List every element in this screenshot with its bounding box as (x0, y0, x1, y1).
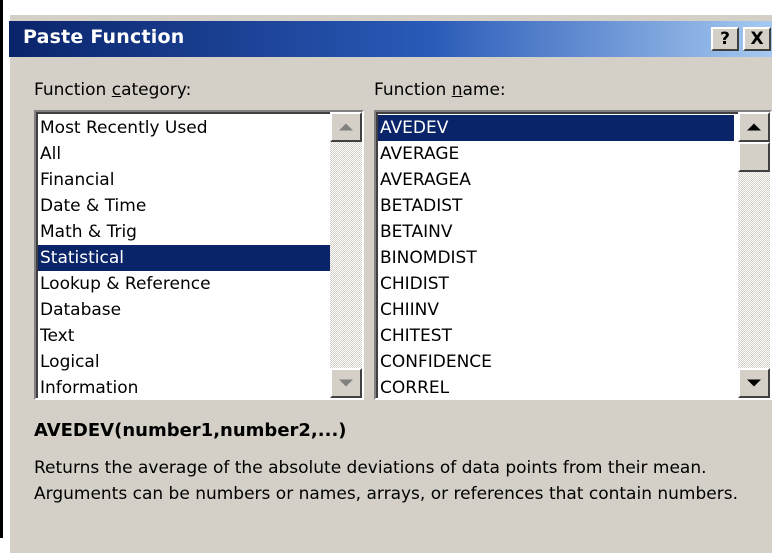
close-button[interactable]: X (743, 27, 771, 51)
function-list-item[interactable]: CONFIDENCE (378, 349, 734, 375)
function-name-list[interactable]: AVEDEV AVERAGE AVERAGEA BETADIST BETAINV BINO… (374, 110, 772, 400)
function-list-item[interactable]: AVEDEV (378, 115, 734, 141)
title-bar: Paste Function ? X (9, 21, 772, 57)
function-list-item[interactable]: CHIDIST (378, 271, 734, 297)
dialog-title: Paste Function (23, 26, 185, 48)
scroll-up-icon (747, 123, 761, 131)
function-category-list[interactable]: Most Recently Used All Financial Date & Tim… (34, 110, 364, 400)
category-list-item[interactable]: Database (38, 297, 330, 323)
category-list-item[interactable]: Statistical (38, 245, 330, 271)
function-description: Returns the average of the absolute devi… (34, 458, 738, 504)
category-list-item[interactable]: Date & Time (38, 193, 330, 219)
category-list-item[interactable]: Logical (38, 349, 330, 375)
function-list-item[interactable]: BINOMDIST (378, 245, 734, 271)
function-list-item[interactable]: CHITEST (378, 323, 734, 349)
category-scroll-down-button[interactable] (330, 368, 362, 398)
function-list-item[interactable]: CHIINV (378, 297, 734, 323)
category-list-item[interactable]: Financial (38, 167, 330, 193)
function-scroll-thumb[interactable] (738, 142, 770, 172)
function-list-item[interactable]: BETAINV (378, 219, 734, 245)
function-list-item[interactable]: CORREL (378, 375, 734, 398)
category-scrollbar[interactable] (330, 112, 362, 398)
category-scroll-up-button[interactable] (330, 112, 362, 142)
function-category-label: Function category: (34, 80, 192, 100)
function-signature: AVEDEV(number1,number2,...) (34, 420, 347, 441)
scroll-down-icon (339, 379, 353, 387)
category-list-item[interactable]: Text (38, 323, 330, 349)
category-list-item[interactable]: Information (38, 375, 330, 398)
function-name-label: Function name: (374, 80, 506, 100)
help-button[interactable]: ? (711, 27, 739, 51)
left-edge (0, 0, 3, 538)
scroll-up-icon (339, 123, 353, 131)
scroll-down-icon (747, 379, 761, 387)
category-list-item[interactable]: Lookup & Reference (38, 271, 330, 297)
category-list-item[interactable]: Most Recently Used (38, 115, 330, 141)
function-list-item[interactable]: AVERAGE (378, 141, 734, 167)
function-scroll-down-button[interactable] (738, 368, 770, 398)
category-list-item[interactable]: All (38, 141, 330, 167)
category-list-item[interactable]: Math & Trig (38, 219, 330, 245)
function-list-item[interactable]: BETADIST (378, 193, 734, 219)
function-scroll-up-button[interactable] (738, 112, 770, 142)
function-scrollbar[interactable] (738, 112, 770, 398)
function-list-item[interactable]: AVERAGEA (378, 167, 734, 193)
